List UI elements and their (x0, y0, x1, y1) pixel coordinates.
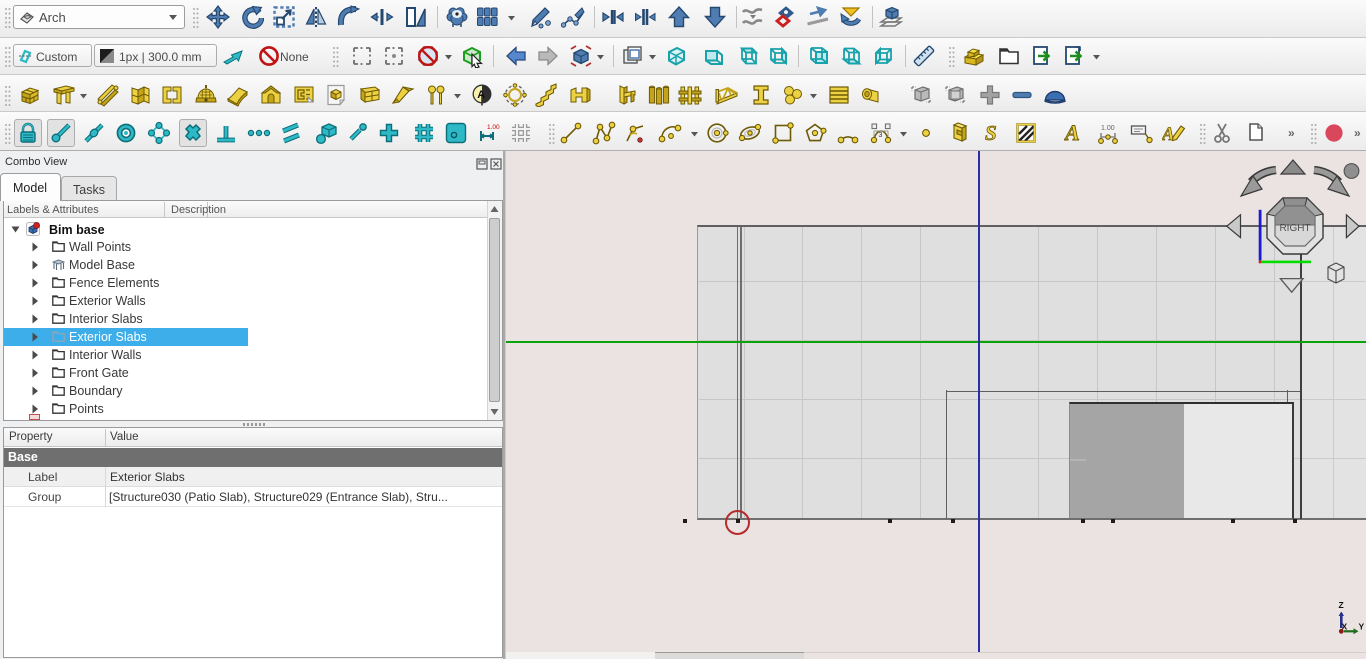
svg-text:Z: Z (1339, 600, 1344, 610)
svg-text:A: A (1064, 121, 1080, 145)
svg-text:3: 3 (879, 132, 883, 139)
svg-text:A: A (477, 89, 485, 101)
svg-text:S: S (985, 121, 997, 145)
svg-text:1.00: 1.00 (487, 124, 500, 131)
svg-text:RIGHT: RIGHT (1279, 223, 1310, 234)
svg-text:A: A (1162, 124, 1175, 145)
svg-text:1.00: 1.00 (1101, 125, 1115, 132)
svg-text:Y: Y (1359, 622, 1365, 632)
